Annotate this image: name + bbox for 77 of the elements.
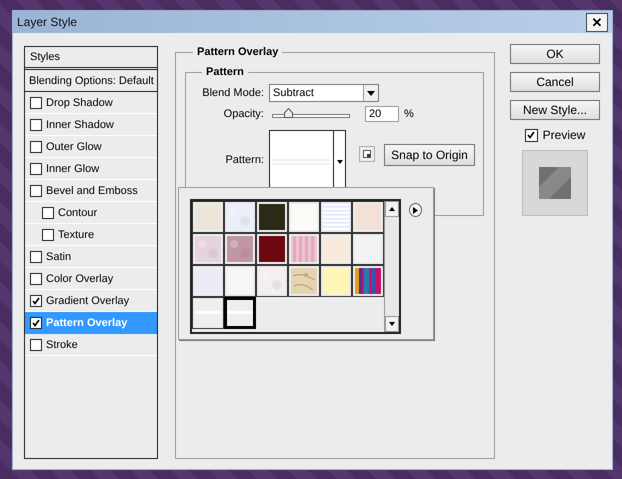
pattern-swatch[interactable] (256, 233, 288, 265)
checkbox[interactable] (30, 118, 42, 130)
style-list-item[interactable]: Satin (25, 246, 157, 268)
pattern-swatch[interactable] (320, 265, 352, 297)
slider-thumb[interactable] (284, 108, 294, 118)
caret-icon (367, 90, 375, 96)
opacity-field[interactable]: 20 (365, 106, 399, 122)
pattern-swatch[interactable] (288, 201, 320, 233)
preset-icon (363, 150, 371, 158)
pattern-swatch[interactable] (256, 265, 288, 297)
pattern-swatch[interactable] (352, 201, 384, 233)
pattern-swatch[interactable] (192, 233, 224, 265)
checkbox-label: Preview (542, 128, 586, 142)
checkbox[interactable] (30, 338, 42, 350)
style-list-item[interactable]: Inner Glow (25, 158, 157, 180)
dialog-button[interactable]: OK (510, 44, 600, 64)
style-list-item[interactable]: Contour (25, 202, 157, 224)
checkbox[interactable] (30, 250, 42, 262)
pattern-swatch[interactable] (288, 233, 320, 265)
opacity-slider[interactable] (269, 108, 353, 120)
checkbox[interactable] (30, 294, 42, 306)
pattern-swatch[interactable] (256, 201, 288, 233)
checkbox[interactable] (42, 228, 54, 240)
close-button[interactable]: ✕ (586, 12, 608, 32)
scroll-down-button[interactable] (385, 316, 399, 332)
checkbox[interactable] (30, 184, 42, 196)
check-icon (527, 131, 536, 139)
group-title: Pattern (205, 66, 245, 78)
style-list-item[interactable]: Bevel and Emboss (25, 180, 157, 202)
pattern-swatch[interactable] (352, 265, 384, 297)
scrollbar[interactable] (384, 201, 399, 332)
caret-icon (336, 160, 342, 164)
pattern-swatch[interactable] (192, 265, 224, 297)
up-arrow-icon (389, 207, 395, 211)
style-list-item[interactable]: Stroke (25, 334, 157, 356)
dialog-button[interactable]: Cancel (510, 72, 600, 92)
blend-mode-dropdown[interactable]: Subtract (269, 84, 379, 102)
menu-button[interactable] (409, 203, 422, 217)
styles-header: Styles (25, 47, 157, 70)
pattern-swatch[interactable] (224, 233, 256, 265)
pattern-swatch[interactable] (192, 201, 224, 233)
down-arrow-icon (389, 322, 395, 326)
pattern-swatch[interactable] (192, 297, 224, 329)
style-list-item[interactable]: Color Overlay (25, 268, 157, 290)
check-icon (32, 296, 40, 304)
style-list-item[interactable]: Outer Glow (25, 136, 157, 158)
checkbox[interactable] (30, 272, 42, 284)
style-list-item[interactable]: Blending Options: Default (25, 70, 157, 92)
pattern-swatch[interactable] (320, 201, 352, 233)
checkbox[interactable] (30, 96, 42, 108)
checkbox[interactable] (30, 140, 42, 152)
snap-to-origin-button[interactable]: Snap to Origin (384, 144, 475, 166)
new-preset-button[interactable] (359, 146, 375, 162)
dialog-button[interactable]: New Style... (510, 100, 600, 120)
pattern-swatch[interactable] (352, 233, 384, 265)
field-label: Opacity: (222, 108, 264, 120)
play-arrow-icon (413, 206, 418, 214)
group-title: Pattern Overlay (196, 46, 280, 58)
pattern-swatch[interactable] (288, 265, 320, 297)
checkbox[interactable] (42, 206, 54, 218)
pattern-swatch[interactable] (224, 201, 256, 233)
preview-thumbnail (539, 167, 571, 199)
window-title: Layer Style (17, 15, 78, 29)
percent-unit: % (404, 108, 414, 120)
pattern-swatch[interactable] (224, 265, 256, 297)
checkbox[interactable] (524, 128, 538, 142)
style-list-item[interactable]: Inner Shadow (25, 114, 157, 136)
scroll-up-button[interactable] (385, 201, 399, 217)
field-label: Pattern: (224, 154, 264, 166)
checkbox[interactable] (30, 316, 42, 328)
pattern-swatch[interactable] (224, 297, 256, 329)
pattern-swatch[interactable] (320, 233, 352, 265)
checkbox[interactable] (30, 162, 42, 174)
style-list-item[interactable]: Texture (25, 224, 157, 246)
style-list-item[interactable]: Drop Shadow (25, 92, 157, 114)
check-icon (32, 318, 40, 326)
field-label: Blend Mode: (201, 87, 264, 99)
